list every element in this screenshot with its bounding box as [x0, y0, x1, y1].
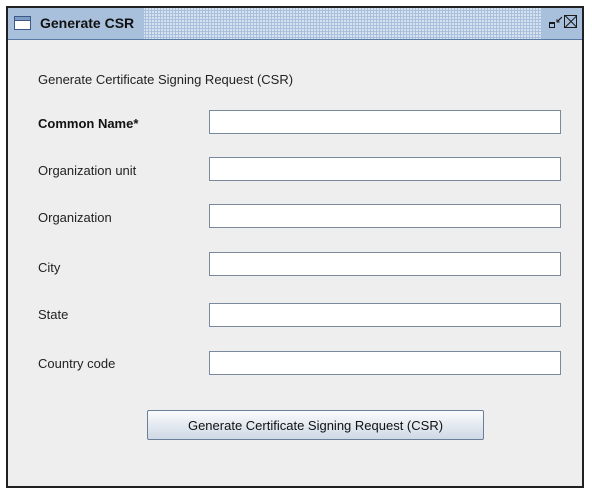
window-controls: ↙ [542, 8, 582, 39]
state-label: State [38, 307, 69, 322]
title-bar[interactable]: Generate CSR ↙ [8, 8, 582, 40]
generate-csr-window: Generate CSR ↙ Generate Certificate Sign… [6, 6, 584, 488]
country-code-label: Country code [38, 356, 116, 371]
form-heading: Generate Certificate Signing Request (CS… [38, 72, 294, 87]
organization-unit-field[interactable] [209, 157, 561, 181]
common-name-label: Common Name* [38, 116, 139, 131]
city-label: City [38, 260, 61, 275]
common-name-field[interactable] [209, 110, 561, 134]
window-title: Generate CSR [40, 15, 135, 31]
restore-icon[interactable]: ↙ [548, 15, 563, 30]
organization-field[interactable] [209, 204, 561, 228]
organization-unit-label: Organization unit [38, 163, 137, 178]
organization-label: Organization [38, 210, 112, 225]
generate-csr-button[interactable]: Generate Certificate Signing Request (CS… [147, 410, 484, 440]
close-icon[interactable] [564, 15, 577, 28]
state-field[interactable] [209, 303, 561, 327]
city-field[interactable] [209, 252, 561, 276]
title-area: Generate CSR [8, 8, 144, 39]
country-code-field[interactable] [209, 351, 561, 375]
window-icon[interactable] [14, 16, 31, 30]
